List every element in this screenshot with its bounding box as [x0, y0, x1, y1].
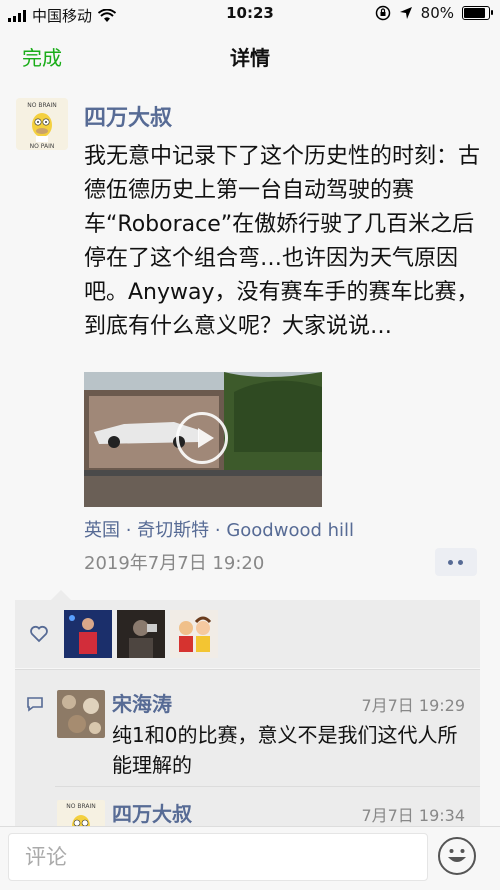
status-right: 80% — [375, 4, 493, 22]
page-title: 详情 — [230, 46, 270, 70]
comment-input-bar: 评论 — [0, 826, 500, 890]
status-bar: 中国移动 10:23 80% — [0, 0, 500, 28]
post-location[interactable]: 英国 · 奇切斯特 · Goodwood hill — [84, 516, 354, 542]
likes-section — [15, 590, 480, 668]
svg-text:NO BRAIN: NO BRAIN — [66, 803, 96, 810]
comment-time: 7月7日 19:29 — [361, 696, 465, 715]
play-icon[interactable] — [176, 412, 228, 464]
svg-text:NO PAIN: NO PAIN — [30, 143, 55, 150]
liker-avatar[interactable] — [117, 610, 165, 658]
svg-text:NO BRAIN: NO BRAIN — [27, 102, 57, 109]
smiley-icon — [448, 849, 466, 862]
comment-icon — [27, 697, 43, 712]
post-text: 我无意中记录下了这个历史性的时刻：古德伍德历史上第一台自动驾驶的赛车“Robor… — [84, 144, 481, 339]
rotation-lock-icon — [375, 5, 390, 21]
commenter-avatar[interactable] — [57, 690, 105, 738]
comment-text[interactable]: 纯1和0的比赛，意义不是我们这代人所能理解的 — [112, 720, 472, 780]
commenter-name[interactable]: 宋海涛 — [112, 688, 172, 717]
post-timestamp: 2019年7月7日 19:20 — [84, 553, 265, 574]
liker-avatar[interactable] — [170, 610, 218, 658]
nav-bar: 完成 详情 — [0, 28, 500, 84]
comment-divider — [55, 786, 480, 787]
battery-percent: 80% — [420, 4, 454, 22]
location-arrow-icon — [399, 7, 412, 19]
more-actions-button[interactable] — [435, 548, 477, 576]
liker-avatar[interactable] — [64, 610, 112, 658]
comment-input[interactable]: 评论 — [8, 833, 428, 881]
post-author-name[interactable]: 四万大叔 — [84, 100, 172, 132]
post-video-thumbnail[interactable] — [84, 372, 322, 507]
comments-section: 宋海涛 7月7日 19:29 纯1和0的比赛，意义不是我们这代人所能理解的 NO… — [15, 669, 480, 848]
commenter-name[interactable]: 四万大叔 — [112, 798, 192, 827]
heart-icon — [30, 625, 48, 643]
battery-icon — [462, 6, 493, 20]
author-avatar[interactable]: NO BRAIN NO PAIN — [16, 98, 68, 150]
emoji-button[interactable] — [438, 837, 476, 875]
comment-time: 7月7日 19:34 — [361, 806, 465, 825]
